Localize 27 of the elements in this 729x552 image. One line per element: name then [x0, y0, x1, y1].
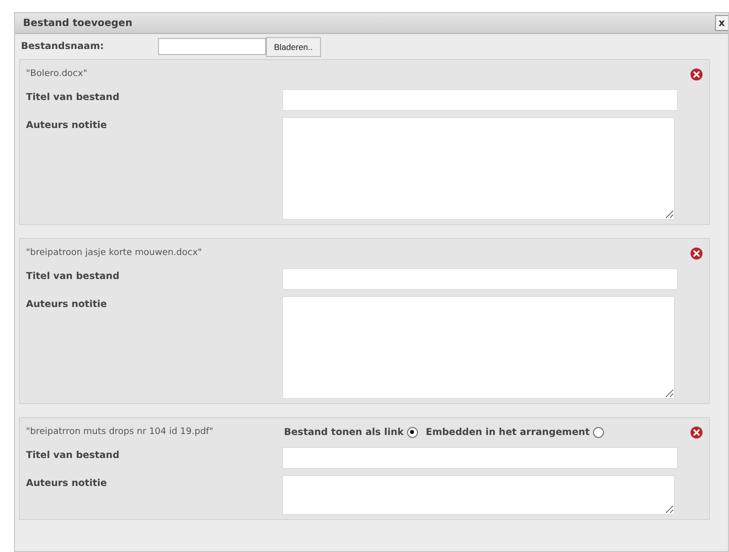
filename-field[interactable] [158, 38, 266, 55]
field-label: Bestandsnaam: [21, 41, 105, 52]
option-label: Bestand tonen als link [284, 426, 404, 438]
close-button[interactable]: x [714, 15, 728, 31]
remove-icon[interactable] [690, 246, 703, 260]
radio-button[interactable] [592, 426, 604, 438]
field-label: Titel van bestand [26, 449, 120, 461]
field-label: Titel van bestand [26, 91, 120, 103]
field-label: Auteurs notitie [26, 119, 108, 131]
field-label: Titel van bestand [26, 270, 120, 282]
title-field[interactable] [282, 447, 678, 469]
title-field[interactable] [282, 89, 678, 111]
file-name: "Bolero.docx" [26, 69, 88, 79]
file-name: "breipatroon jasje korte mouwen.docx" [26, 248, 203, 258]
file-name: "breipatrron muts drops nr 104 id 19.pdf" [26, 427, 214, 437]
browse-button[interactable]: Bladeren.. [266, 36, 321, 56]
dialog-title: Bestand toevoegen [23, 18, 132, 28]
field-label: Auteurs notitie [26, 298, 108, 310]
remove-icon[interactable] [690, 68, 703, 80]
note-field[interactable] [282, 296, 675, 399]
option-label: Embedden in het arrangement [426, 426, 590, 438]
remove-icon[interactable] [690, 426, 703, 438]
note-field[interactable] [282, 475, 675, 515]
note-field[interactable] [282, 117, 675, 220]
title-field[interactable] [282, 268, 678, 290]
field-label: Auteurs notitie [26, 477, 108, 489]
radio-button[interactable] [406, 426, 418, 438]
